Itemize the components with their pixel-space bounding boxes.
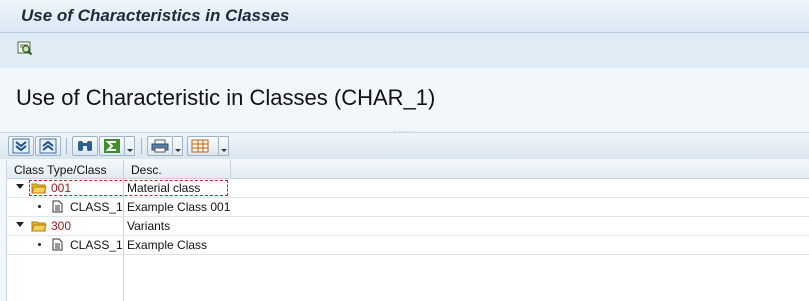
page-title: Use of Characteristic in Classes (CHAR_1… (16, 85, 436, 110)
class-type-code: 300 (51, 219, 72, 233)
tree-row[interactable]: CLASS_1 Example Class (7, 236, 809, 255)
expand-arrow-icon[interactable] (16, 184, 24, 189)
layout-icon (191, 139, 209, 153)
document-icon (52, 200, 63, 213)
leaf-bullet-icon (38, 205, 41, 208)
row-description: Example Class 001 (127, 200, 231, 214)
tree-row[interactable]: 300 Variants (7, 217, 809, 236)
sum-icon (104, 139, 120, 153)
tree-header: Class Type/Class Desc. (7, 160, 809, 179)
column-header-desc[interactable]: Desc. (131, 163, 162, 177)
toolbar-separator (66, 138, 67, 154)
column-header-class[interactable]: Class Type/Class (14, 163, 106, 177)
print-button[interactable] (147, 136, 173, 156)
collapse-all-button[interactable] (35, 136, 61, 156)
folder-open-icon (31, 183, 47, 194)
print-dropdown[interactable] (173, 136, 183, 156)
class-type-code: 001 (51, 181, 72, 195)
class-tree: Class Type/Class Desc. 001 Material clas… (6, 160, 809, 301)
tree-toolbar (0, 132, 809, 159)
folder-open-icon (31, 221, 47, 232)
print-icon (151, 139, 169, 153)
display-icon[interactable] (16, 39, 36, 59)
toolbar-separator (141, 138, 142, 154)
expand-all-button[interactable] (8, 136, 34, 156)
window-title: Use of Characteristics in Classes (21, 6, 290, 25)
class-name: CLASS_1 (70, 238, 123, 252)
find-button[interactable] (72, 136, 98, 156)
tree-row[interactable]: CLASS_1 Example Class 001 (7, 198, 809, 217)
layout-dropdown[interactable] (219, 136, 229, 156)
expand-arrow-icon[interactable] (16, 222, 24, 227)
class-name: CLASS_1 (70, 200, 123, 214)
find-icon (78, 141, 92, 151)
row-description: Example Class (127, 238, 208, 252)
document-icon (52, 238, 63, 251)
application-toolbar (0, 33, 809, 67)
sum-dropdown[interactable] (125, 136, 135, 156)
expand-all-icon (12, 138, 30, 154)
tree-row[interactable]: 001 Material class (7, 179, 809, 198)
sum-button[interactable] (99, 136, 125, 156)
collapse-all-icon (39, 138, 57, 154)
column-divider (230, 160, 231, 178)
row-description: Variants (127, 219, 171, 233)
title-bar: Use of Characteristics in Classes (0, 0, 809, 33)
leaf-bullet-icon (38, 243, 41, 246)
layout-button[interactable] (187, 136, 219, 156)
row-description: Material class (127, 181, 201, 195)
